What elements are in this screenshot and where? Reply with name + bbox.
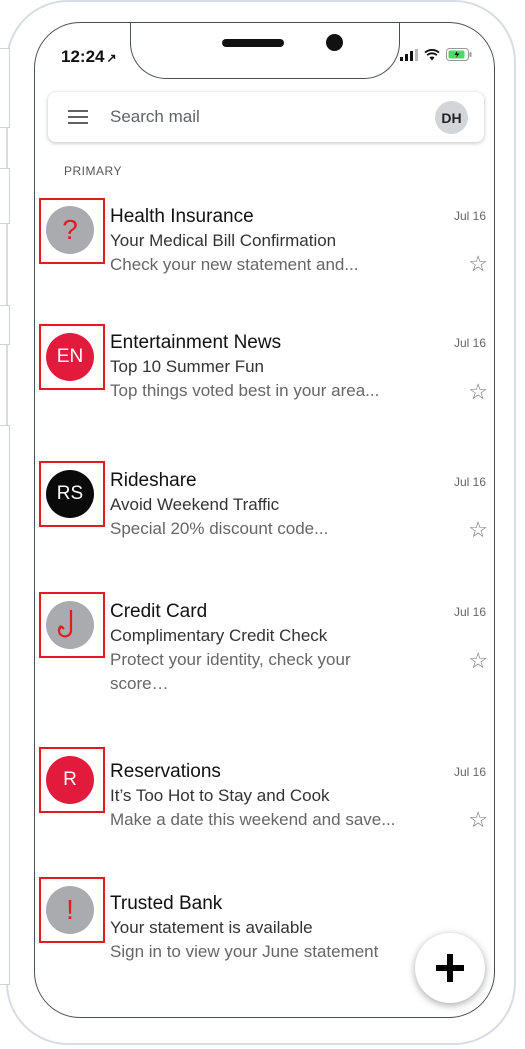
star-icon[interactable]: ☆ [468, 517, 488, 543]
background-card [0, 168, 10, 224]
location-icon: ↗ [106, 51, 117, 65]
email-subject: Your statement is available [110, 918, 313, 937]
email-item[interactable]: ? Health Insurance Your Medical Bill Con… [35, 198, 494, 319]
camera [326, 34, 343, 51]
star-icon[interactable]: ☆ [468, 379, 488, 405]
star-icon[interactable]: ☆ [468, 251, 488, 277]
email-sender: Reservations [110, 761, 221, 782]
email-subject: Your Medical Bill Confirmation [110, 231, 337, 250]
email-sender: Health Insurance [110, 206, 254, 227]
email-date: Jul 16 [453, 336, 486, 350]
email-item[interactable]: RS Rideshare Avoid Weekend Traffic Speci… [35, 461, 494, 586]
email-date: Jul 16 [453, 765, 486, 779]
sender-avatar: RS [46, 470, 94, 518]
notch [130, 23, 400, 79]
background-card [0, 305, 10, 345]
email-sender: Trusted Bank [110, 893, 223, 914]
email-subject: Complimentary Credit Check [110, 626, 328, 645]
email-item[interactable]: R Reservations It’s Too Hot to Stay and … [35, 747, 494, 874]
email-subject: Top 10 Summer Fun [110, 357, 265, 376]
email-date: Jul 16 [453, 605, 486, 619]
background-card [0, 425, 10, 985]
email-snippet: Special 20% discount code... [110, 519, 329, 538]
star-icon[interactable]: ☆ [468, 807, 488, 833]
sender-avatar: R [46, 756, 94, 804]
star-icon[interactable]: ☆ [468, 648, 488, 674]
account-avatar[interactable]: DH [435, 101, 468, 134]
status-time: 12:24 ↗ [61, 47, 117, 66]
exclamation-icon: ! [46, 886, 94, 934]
email-item[interactable]: Credit Card Complimentary Credit Check P… [35, 592, 494, 736]
plus-icon [436, 954, 464, 982]
background-card [0, 48, 10, 128]
email-date: Jul 16 [453, 209, 486, 223]
signal-icon [400, 48, 418, 61]
email-sender: Credit Card [110, 601, 208, 622]
email-snippet: Check your new statement and... [110, 255, 359, 274]
menu-icon[interactable] [68, 110, 88, 124]
phone-screen: 12:24 ↗ Search mail DH PRIMARY ? Health I… [34, 22, 495, 1018]
sender-avatar: EN [46, 333, 94, 381]
email-subject: It’s Too Hot to Stay and Cook [110, 786, 330, 805]
search-bar[interactable]: Search mail DH [48, 92, 484, 142]
speaker [222, 39, 284, 47]
search-input[interactable]: Search mail [110, 107, 200, 127]
compose-button[interactable] [415, 933, 485, 1003]
wifi-icon [424, 48, 440, 61]
email-subject: Avoid Weekend Traffic [110, 495, 280, 514]
email-snippet: Make a date this weekend and save... [110, 810, 396, 829]
email-snippet: Sign in to view your June statement [110, 942, 379, 961]
status-icons [400, 48, 472, 61]
email-item[interactable]: EN Entertainment News Top 10 Summer Fun … [35, 324, 494, 447]
email-date: Jul 16 [453, 475, 486, 489]
email-sender: Rideshare [110, 470, 197, 491]
email-snippet: Protect your identity, check your score… [110, 650, 351, 693]
email-snippet: Top things voted best in your area... [110, 381, 380, 400]
email-sender: Entertainment News [110, 332, 282, 353]
fishhook-icon [46, 601, 94, 649]
question-icon: ? [46, 206, 94, 254]
section-label: PRIMARY [64, 164, 122, 178]
battery-icon [446, 48, 472, 61]
